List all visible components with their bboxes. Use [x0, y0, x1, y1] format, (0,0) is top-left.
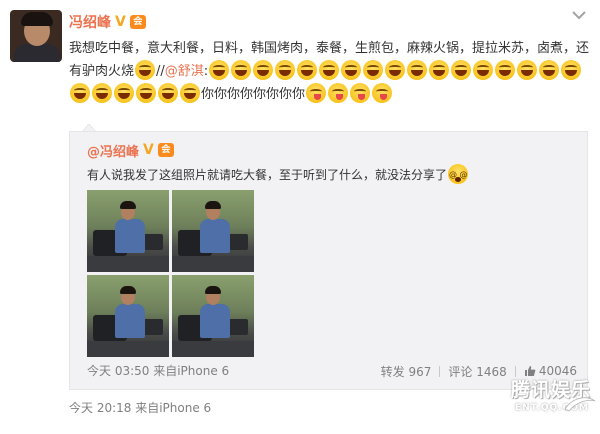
repost-count: 967 — [408, 364, 432, 379]
post-text: 我想吃中餐，意大利餐，日料，韩国烤肉，泰餐，生煎包，麻辣火锅，提拉米苏，卤煮，还… — [69, 37, 589, 106]
laugh-emoji-icon — [495, 60, 516, 80]
quoted-text: 有人说我发了这组照片就请吃大餐，至于听到了什么，就没法分享了 — [87, 164, 469, 185]
quoted-author-name[interactable]: @冯绍峰 — [87, 141, 139, 160]
post-time-source[interactable]: 今天 20:18 来自iPhone 6 — [69, 399, 211, 417]
laugh-emoji-icon — [451, 60, 472, 80]
quoted-author-row: @冯绍峰 V 会 — [87, 140, 174, 160]
verified-badge-icon: V — [115, 14, 126, 30]
photo-thumbnail[interactable] — [87, 275, 169, 357]
laugh-emoji-icon — [70, 83, 90, 103]
repost-button[interactable]: 转发 967 — [381, 363, 432, 380]
laugh-emoji-icon — [136, 83, 156, 103]
tongue-emoji-icon — [306, 83, 327, 103]
divider — [439, 365, 441, 377]
laugh-emoji-icon — [407, 60, 428, 80]
repeated-text: 你你你你你你你你 — [201, 87, 306, 102]
quoted-post[interactable]: @冯绍峰 V 会 有人说我发了这组照片就请吃大餐，至于听到了什么，就没法分享了 … — [69, 131, 588, 390]
laugh-emoji-icon — [275, 60, 296, 80]
photo-thumbnail[interactable] — [172, 275, 254, 357]
tencent-ent-watermark: 腾讯娱乐 ENT.QQ.COM — [503, 373, 596, 427]
quoted-time-source[interactable]: 今天 03:50 来自iPhone 6 — [87, 362, 229, 380]
laugh-emoji-icon — [297, 60, 318, 80]
laugh-emoji-icon — [385, 60, 406, 80]
laugh-emoji-icon — [539, 60, 560, 80]
author-name[interactable]: 冯绍峰 — [69, 12, 111, 32]
vip-badge-icon: 会 — [129, 15, 146, 29]
vip-badge-icon: 会 — [157, 143, 174, 157]
laugh-emoji-icon — [473, 60, 494, 80]
watermark-swirl-icon — [564, 397, 596, 412]
laugh-emoji-icon — [180, 83, 200, 103]
verified-badge-icon: V — [143, 142, 154, 158]
laugh-emoji-icon — [517, 60, 538, 80]
chevron-down-icon[interactable] — [570, 8, 588, 22]
avatar-hair-shape — [21, 12, 53, 26]
tongue-emoji-icon — [372, 83, 393, 103]
laugh-emoji-icon — [319, 60, 340, 80]
laugh-emoji-icon — [363, 60, 384, 80]
repost-separator: // — [156, 64, 165, 79]
avatar[interactable] — [10, 10, 62, 62]
quoted-body-text: 有人说我发了这组照片就请吃大餐，至于听到了什么，就没法分享了 — [87, 168, 448, 182]
mention-link[interactable]: @舒淇 — [165, 64, 204, 79]
avatar-body-shape — [14, 44, 60, 62]
laugh-emoji-icon — [253, 60, 274, 80]
mention-colon: : — [203, 64, 209, 79]
photo-thumbnail[interactable] — [172, 190, 254, 272]
laugh-emoji-icon — [135, 60, 156, 80]
photo-thumbnail[interactable] — [87, 190, 169, 272]
author-row: 冯绍峰 V 会 — [69, 12, 146, 32]
laugh-emoji-icon — [158, 83, 178, 103]
comment-label: 评论 — [448, 364, 473, 379]
repost-label: 转发 — [380, 364, 405, 379]
dizzy-emoji-icon — [448, 164, 469, 185]
laugh-emoji-icon — [429, 60, 450, 80]
laugh-emoji-icon — [561, 60, 582, 80]
laugh-emoji-icon — [209, 60, 230, 80]
tongue-emoji-icon — [328, 83, 349, 103]
laugh-emoji-icon — [92, 83, 112, 103]
comment-button[interactable]: 评论 1468 — [448, 363, 506, 380]
tongue-emoji-icon — [350, 83, 371, 103]
laugh-emoji-icon — [341, 60, 362, 80]
laugh-emoji-icon — [231, 60, 252, 80]
laugh-emoji-icon — [114, 83, 134, 103]
